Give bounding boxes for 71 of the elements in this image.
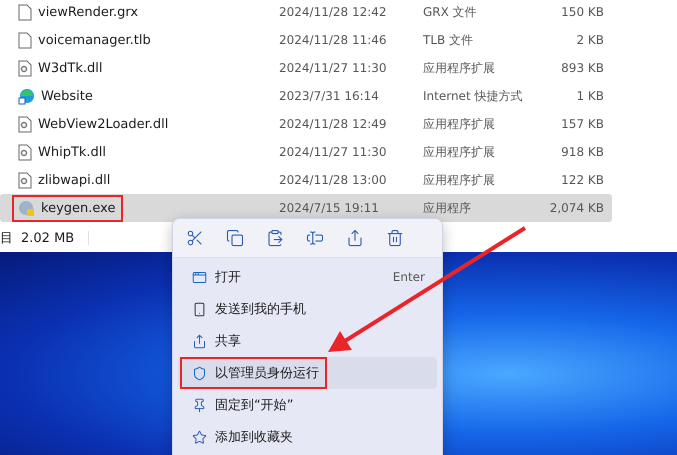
file-size: 918 KB [560,145,604,159]
menu-item-label: 添加到收藏夹 [215,429,293,446]
window-icon [192,270,207,284]
file-row[interactable]: WhipTk.dll 2024/11/27 11:30 应用程序扩展 918 KB [0,138,612,166]
gear-document-icon [18,172,32,188]
file-date: 2024/7/15 19:11 [279,201,380,215]
browser-shortcut-icon [18,88,35,104]
document-icon [18,32,32,48]
file-size: 2 KB [575,33,604,47]
file-row[interactable]: WebView2Loader.dll 2024/11/28 12:49 应用程序扩展 157 KB [0,110,612,138]
file-row[interactable]: voicemanager.tlb 2024/11/28 11:46 TLB 文件 2 KB [0,26,612,54]
star-icon [192,430,207,444]
menu-item[interactable]: 添加到收藏夹 [178,421,437,453]
shortcut-text: Enter [392,270,425,284]
file-date: 2024/11/27 11:30 [279,61,388,75]
file-name: Website [41,88,93,104]
file-size: 893 KB [560,61,604,75]
shield-icon [192,366,207,380]
status-item-count: 目 [0,230,13,247]
menu-item-label: 以管理员身份运行 [215,365,319,382]
file-name: keygen.exe [41,200,116,216]
share-icon [192,334,207,348]
file-date: 2024/11/28 12:49 [279,117,388,131]
file-name: viewRender.grx [38,4,138,20]
file-size: 157 KB [560,117,604,131]
file-type: 应用程序扩展 [423,60,496,76]
file-size: 122 KB [560,173,604,187]
file-row[interactable]: W3dTk.dll 2024/11/27 11:30 应用程序扩展 893 KB [0,54,612,82]
file-row[interactable]: viewRender.grx 2024/11/28 12:42 GRX 文件 150 KB [0,0,612,26]
file-size: 150 KB [560,5,604,19]
file-type: Internet 快捷方式 [423,88,524,104]
delete-button[interactable] [385,228,405,248]
document-icon [18,4,32,20]
menu-item-label: 共享 [215,333,241,350]
menu-item-label: 打开 [215,269,241,286]
status-selection-size: 2.02 MB [21,230,74,246]
file-type: 应用程序扩展 [423,144,496,160]
file-date: 2024/11/28 12:42 [279,5,388,19]
file-name: WebView2Loader.dll [38,116,168,132]
application-icon [18,200,35,216]
menu-item[interactable]: 发送到我的手机 [178,293,437,325]
file-type: GRX 文件 [423,4,478,20]
file-name: voicemanager.tlb [38,32,151,48]
file-name: W3dTk.dll [38,60,102,76]
file-type: 应用程序扩展 [423,172,496,188]
phone-icon [192,302,207,316]
file-type: 应用程序 [423,200,472,216]
file-date: 2023/7/31 16:14 [279,89,380,103]
gear-document-icon [18,60,32,76]
menu-item-label: 固定到“开始” [215,397,294,414]
menu-item[interactable]: 固定到“开始” [178,389,437,421]
file-date: 2024/11/28 11:46 [279,33,388,47]
file-date: 2024/11/28 13:00 [279,173,388,187]
file-name: zlibwapi.dll [38,172,110,188]
menu-item[interactable]: 以管理员身份运行 [178,357,437,389]
file-type: TLB 文件 [423,32,474,48]
menu-item[interactable]: 打开 Enter [178,261,437,293]
pin-icon [192,398,207,412]
file-row[interactable]: Website 2023/7/31 16:14 Internet 快捷方式 1 KB [0,82,612,110]
file-row[interactable]: zlibwapi.dll 2024/11/28 13:00 应用程序扩展 122 KB [0,166,612,194]
gear-document-icon [18,144,32,160]
file-size: 1 KB [575,89,604,103]
menu-item[interactable]: 共享 [178,325,437,357]
file-name: WhipTk.dll [38,144,106,160]
gear-document-icon [18,116,32,132]
menu-item-label: 发送到我的手机 [215,301,306,318]
copy-button[interactable] [225,228,245,248]
file-type: 应用程序扩展 [423,116,496,132]
file-date: 2024/11/27 11:30 [279,145,388,159]
file-row[interactable]: keygen.exe 2024/7/15 19:11 应用程序 2,074 KB [0,194,612,222]
file-size: 2,074 KB [548,201,604,215]
